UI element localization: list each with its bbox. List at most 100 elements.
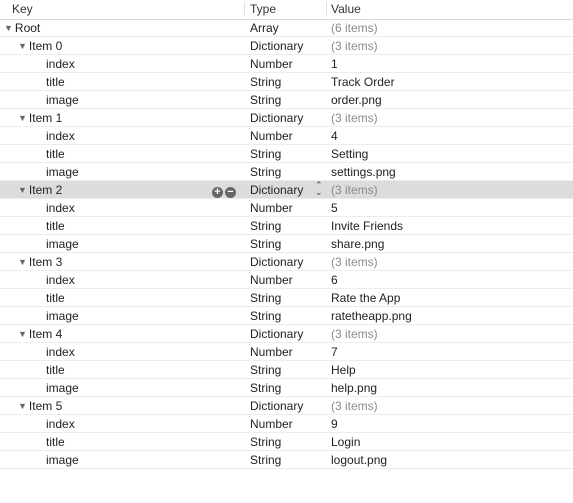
disclosure-triangle-down-icon[interactable]: ▼: [18, 329, 27, 339]
row-type[interactable]: String: [250, 363, 281, 377]
plist-row[interactable]: title String Setting: [0, 145, 573, 163]
disclosure-triangle-down-icon[interactable]: ▼: [18, 401, 27, 411]
row-type[interactable]: Dictionary: [250, 255, 303, 269]
row-value[interactable]: Setting: [331, 147, 368, 161]
plist-row[interactable]: image String share.png: [0, 235, 573, 253]
row-value[interactable]: (3 items): [331, 111, 378, 125]
row-key[interactable]: ▼ Item 5: [18, 399, 62, 413]
row-value[interactable]: 5: [331, 201, 338, 215]
row-key[interactable]: title: [46, 219, 65, 233]
plist-row[interactable]: title String Invite Friends: [0, 217, 573, 235]
row-type[interactable]: Number: [250, 417, 293, 431]
plist-row[interactable]: ▼ Item 1 Dictionary (3 items): [0, 109, 573, 127]
plist-row[interactable]: ▼ Item 4 Dictionary (3 items): [0, 325, 573, 343]
plist-row[interactable]: index Number 5: [0, 199, 573, 217]
row-type[interactable]: String: [250, 147, 281, 161]
row-type[interactable]: Dictionary: [250, 399, 303, 413]
row-key[interactable]: title: [46, 435, 65, 449]
row-key[interactable]: index: [46, 57, 75, 71]
row-value[interactable]: share.png: [331, 237, 384, 251]
row-key[interactable]: image: [46, 237, 79, 251]
row-key[interactable]: ▼ Item 3: [18, 255, 62, 269]
row-value[interactable]: help.png: [331, 381, 377, 395]
disclosure-triangle-down-icon[interactable]: ▼: [18, 257, 27, 267]
row-key[interactable]: index: [46, 201, 75, 215]
plist-row[interactable]: image String order.png: [0, 91, 573, 109]
row-key[interactable]: index: [46, 273, 75, 287]
up-down-chevron-icon[interactable]: ⌃ ⌄: [315, 181, 323, 197]
row-type[interactable]: Dictionary: [250, 327, 303, 341]
row-type[interactable]: String: [250, 219, 281, 233]
row-type[interactable]: String: [250, 435, 281, 449]
row-value[interactable]: 9: [331, 417, 338, 431]
row-key[interactable]: image: [46, 453, 79, 467]
plist-row[interactable]: ▼ Item 2 + − ⌃ ⌄ Dictionary (3 items): [0, 181, 573, 199]
row-type[interactable]: Number: [250, 129, 293, 143]
row-key[interactable]: image: [46, 309, 79, 323]
row-value[interactable]: (3 items): [331, 39, 378, 53]
row-value[interactable]: 4: [331, 129, 338, 143]
row-key[interactable]: index: [46, 417, 75, 431]
row-type[interactable]: Dictionary: [250, 39, 303, 53]
plist-row[interactable]: index Number 6: [0, 271, 573, 289]
plist-row[interactable]: index Number 7: [0, 343, 573, 361]
plist-row[interactable]: image String help.png: [0, 379, 573, 397]
row-type[interactable]: String: [250, 165, 281, 179]
row-type[interactable]: Dictionary: [250, 111, 303, 125]
row-type[interactable]: Number: [250, 345, 293, 359]
row-value[interactable]: 7: [331, 345, 338, 359]
row-value[interactable]: settings.png: [331, 165, 396, 179]
column-divider[interactable]: [244, 2, 245, 16]
disclosure-triangle-down-icon[interactable]: ▼: [18, 113, 27, 123]
plist-row[interactable]: image String settings.png: [0, 163, 573, 181]
disclosure-triangle-down-icon[interactable]: ▼: [4, 23, 13, 33]
row-type[interactable]: String: [250, 381, 281, 395]
row-type[interactable]: String: [250, 291, 281, 305]
row-type[interactable]: String: [250, 75, 281, 89]
row-value[interactable]: (3 items): [331, 399, 378, 413]
row-value[interactable]: Login: [331, 435, 360, 449]
plus-circle-icon[interactable]: +: [212, 187, 223, 198]
row-key[interactable]: title: [46, 363, 65, 377]
row-key[interactable]: image: [46, 381, 79, 395]
plist-row[interactable]: index Number 1: [0, 55, 573, 73]
row-value[interactable]: (3 items): [331, 327, 378, 341]
row-key[interactable]: ▼ Item 4: [18, 327, 62, 341]
row-type[interactable]: Number: [250, 57, 293, 71]
row-value[interactable]: order.png: [331, 93, 382, 107]
row-type[interactable]: String: [250, 93, 281, 107]
row-value[interactable]: (3 items): [331, 255, 378, 269]
column-type[interactable]: Type: [250, 2, 276, 16]
row-value[interactable]: (3 items): [331, 183, 378, 197]
plist-row[interactable]: ▼ Item 3 Dictionary (3 items): [0, 253, 573, 271]
row-value[interactable]: Help: [331, 363, 356, 377]
row-key[interactable]: ▼ Item 0: [18, 39, 62, 53]
row-type[interactable]: String: [250, 453, 281, 467]
row-value[interactable]: 1: [331, 57, 338, 71]
row-type[interactable]: Array: [250, 21, 279, 35]
row-key[interactable]: ▼ Item 2: [18, 183, 62, 197]
row-type[interactable]: String: [250, 237, 281, 251]
row-value[interactable]: logout.png: [331, 453, 387, 467]
plist-row[interactable]: index Number 9: [0, 415, 573, 433]
column-value[interactable]: Value: [331, 2, 361, 16]
plist-row[interactable]: ▼ Item 0 Dictionary (3 items): [0, 37, 573, 55]
plist-row[interactable]: title String Rate the App: [0, 289, 573, 307]
row-key[interactable]: title: [46, 291, 65, 305]
row-type[interactable]: Number: [250, 201, 293, 215]
disclosure-triangle-down-icon[interactable]: ▼: [18, 41, 27, 51]
column-divider[interactable]: [326, 2, 327, 16]
row-key[interactable]: index: [46, 129, 75, 143]
plist-row[interactable]: index Number 4: [0, 127, 573, 145]
minus-circle-icon[interactable]: −: [225, 187, 236, 198]
column-key[interactable]: Key: [12, 2, 33, 16]
disclosure-triangle-down-icon[interactable]: ▼: [18, 185, 27, 195]
row-value[interactable]: (6 items): [331, 21, 378, 35]
row-value[interactable]: Invite Friends: [331, 219, 403, 233]
row-value[interactable]: 6: [331, 273, 338, 287]
row-key[interactable]: ▼ Item 1: [18, 111, 62, 125]
plist-row[interactable]: ▼ Root Array (6 items): [0, 19, 573, 37]
row-key[interactable]: ▼ Root: [4, 21, 40, 35]
row-value[interactable]: Track Order: [331, 75, 395, 89]
plist-row[interactable]: image String ratetheapp.png: [0, 307, 573, 325]
